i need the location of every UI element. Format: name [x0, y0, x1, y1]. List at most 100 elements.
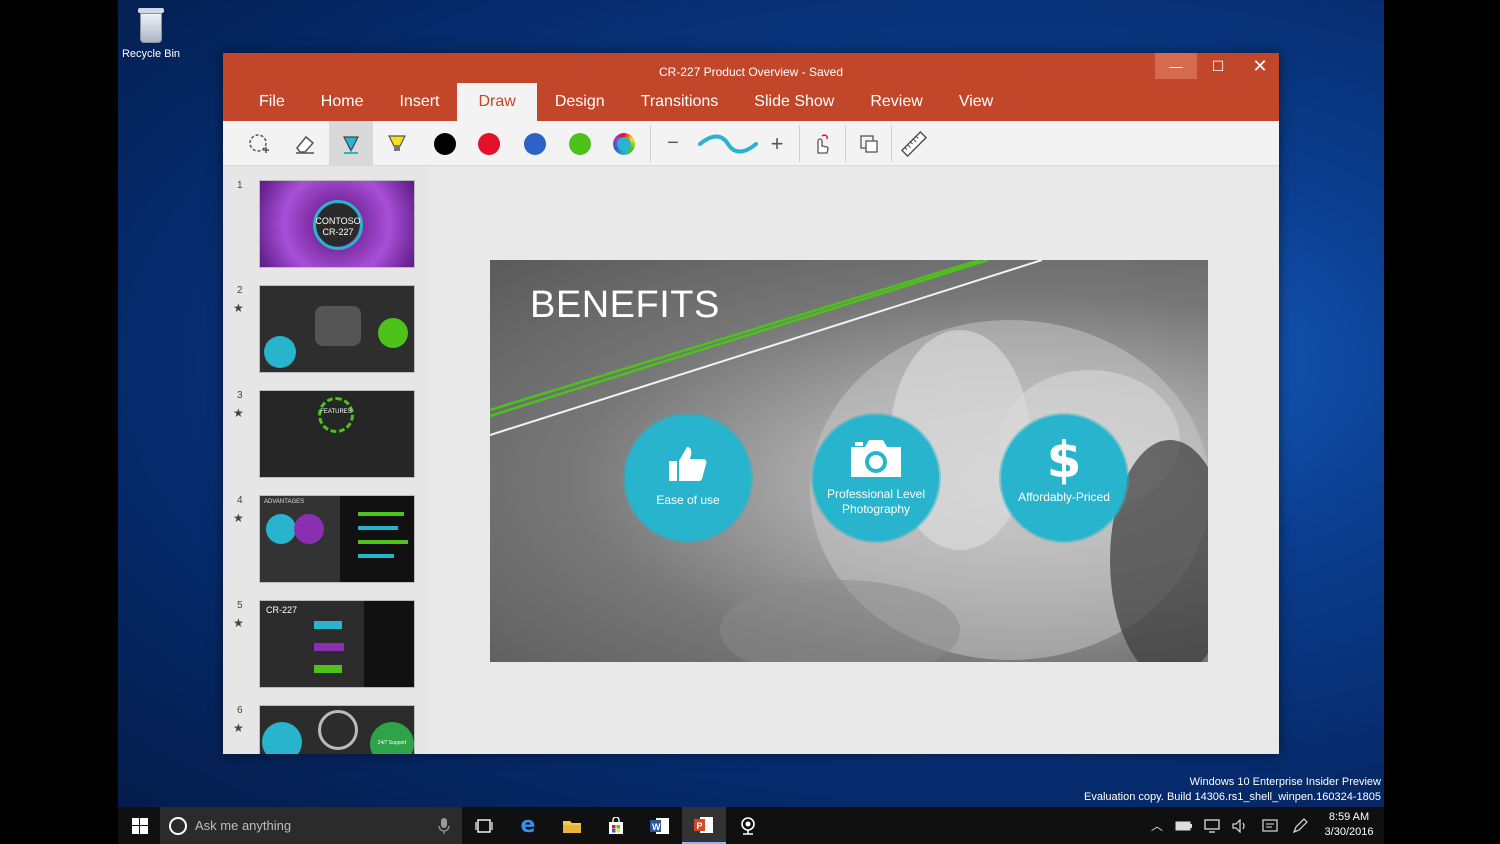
svg-text:W: W [652, 822, 661, 832]
clock-time: 8:59 AM [1328, 811, 1370, 823]
color-green[interactable] [558, 121, 602, 166]
clock-date: 3/30/2016 [1324, 826, 1374, 838]
slide-number: 2 [237, 285, 243, 296]
slide-1-text: CONTOSO CR-227 [315, 216, 361, 237]
slide-number: 6 [237, 705, 243, 716]
tab-home[interactable]: Home [303, 83, 382, 121]
animation-star-icon: ★ [233, 406, 244, 420]
tab-design[interactable]: Design [537, 83, 623, 121]
file-explorer-icon[interactable] [550, 807, 594, 844]
task-view-icon[interactable] [462, 807, 506, 844]
microphone-icon[interactable] [438, 818, 450, 834]
touch-draw-icon[interactable] [799, 121, 843, 166]
benefit-photography[interactable]: Professional Level Photography [813, 415, 939, 541]
camera-app-icon[interactable] [726, 807, 770, 844]
slide-1-preview: CONTOSO CR-227 [259, 180, 415, 268]
slide-6-text: 24/7 Support [377, 740, 407, 746]
animation-star-icon: ★ [233, 301, 244, 315]
powerpoint-app-icon[interactable]: P [682, 807, 726, 844]
tab-file[interactable]: File [241, 83, 303, 121]
slide-thumbnail[interactable]: 4 ★ ADVANTAGES [223, 495, 428, 583]
store-icon[interactable] [594, 807, 638, 844]
dollar-icon: $ [1046, 430, 1082, 489]
slide-4-text: ADVANTAGES [264, 499, 305, 505]
title-bar: CR-227 Product Overview - Saved — ☐ ✕ Fi… [223, 53, 1279, 121]
ruler-icon[interactable] [892, 121, 936, 166]
color-red[interactable] [467, 121, 511, 166]
tab-view[interactable]: View [941, 83, 1011, 121]
recycle-bin-label: Recycle Bin [121, 48, 181, 60]
stroke-thicker-button[interactable]: + [755, 121, 799, 166]
taskbar: Ask me anything e W P ︿ 8:59 AM 3/30/201… [118, 807, 1384, 844]
start-button[interactable] [118, 807, 162, 844]
slide-number: 3 [237, 390, 243, 401]
slide-thumbnail[interactable]: 2 ★ [223, 285, 428, 373]
slide-thumbnail[interactable]: 3 ★ FEATURES [223, 390, 428, 478]
word-app-icon[interactable]: W [638, 807, 682, 844]
slide-thumbnail[interactable]: 1 CONTOSO CR-227 [223, 180, 428, 268]
window-title: CR-227 Product Overview - Saved [658, 65, 844, 79]
svg-text:P: P [697, 821, 703, 831]
taskbar-clock[interactable]: 8:59 AM 3/30/2016 [1314, 810, 1384, 840]
recycle-bin[interactable]: Recycle Bin [118, 6, 184, 60]
current-slide[interactable]: BENEFITS Ease of use Professional Level … [490, 260, 1208, 662]
recycle-bin-icon [136, 6, 166, 44]
tab-slide-show[interactable]: Slide Show [736, 83, 852, 121]
benefit-affordable[interactable]: $ Affordably-Priced [1001, 415, 1127, 541]
lasso-select-icon[interactable] [237, 121, 281, 166]
edge-browser-icon[interactable]: e [506, 807, 550, 844]
slide-5-preview: CR-227 [259, 600, 415, 688]
stroke-width-preview [695, 121, 761, 166]
slide-4-preview: ADVANTAGES [259, 495, 415, 583]
tab-draw[interactable]: Draw [457, 83, 537, 121]
color-blue[interactable] [513, 121, 557, 166]
benefit-label: Affordably-Priced [1018, 490, 1110, 504]
thumbs-up-icon [625, 439, 751, 489]
slide-6-preview: 24/7 Support [259, 705, 415, 754]
slide-number: 1 [237, 180, 243, 191]
show-hidden-icons-chevron[interactable]: ︿ [1146, 807, 1168, 844]
slide-3-preview: FEATURES [259, 390, 415, 478]
animation-star-icon: ★ [233, 721, 244, 735]
slide-number: 4 [237, 495, 243, 506]
camera-icon [813, 433, 939, 483]
search-placeholder: Ask me anything [195, 818, 292, 833]
minus-icon: − [667, 132, 679, 154]
windows-logo-icon [132, 817, 148, 834]
benefit-label: Ease of use [656, 493, 720, 507]
plus-icon: + [770, 130, 784, 156]
powerpoint-window: CR-227 Product Overview - Saved — ☐ ✕ Fi… [223, 53, 1279, 754]
battery-icon[interactable] [1172, 807, 1196, 844]
slide-thumbnail[interactable]: 6 ★ 24/7 Support [223, 705, 428, 754]
pen-icon[interactable] [329, 121, 373, 166]
animation-star-icon: ★ [233, 511, 244, 525]
network-icon[interactable] [1200, 807, 1224, 844]
action-center-icon[interactable] [1258, 807, 1282, 844]
slide-thumbnail[interactable]: 5 ★ CR-227 [223, 600, 428, 688]
slide-editor: BENEFITS Ease of use Professional Level … [428, 166, 1279, 754]
slide-3-text: FEATURES [320, 409, 352, 415]
close-button[interactable]: ✕ [1239, 53, 1281, 79]
slide-title[interactable]: BENEFITS [530, 284, 720, 327]
watermark-build: Evaluation copy. Build 14306.rs1_shell_w… [1083, 791, 1381, 803]
tab-review[interactable]: Review [852, 83, 940, 121]
benefit-ease-of-use[interactable]: Ease of use [625, 415, 751, 541]
tab-insert[interactable]: Insert [381, 83, 457, 121]
maximize-button[interactable]: ☐ [1197, 53, 1239, 79]
minimize-button[interactable]: — [1155, 53, 1197, 79]
slide-number: 5 [237, 600, 243, 611]
volume-icon[interactable] [1228, 807, 1252, 844]
highlighter-icon[interactable] [375, 121, 419, 166]
slide-thumbnails-pane: 1 CONTOSO CR-227 2 ★ 3 ★ FEATURES 4 ★ AD… [223, 166, 428, 754]
cortana-search-box[interactable]: Ask me anything [160, 807, 462, 844]
tab-transitions[interactable]: Transitions [623, 83, 737, 121]
color-picker-icon[interactable] [602, 121, 646, 166]
cortana-icon [169, 817, 187, 835]
watermark-edition: Windows 10 Enterprise Insider Preview [1189, 776, 1381, 788]
stroke-thinner-button[interactable]: − [651, 121, 695, 166]
evaluation-watermark: Windows 10 Enterprise Insider Preview Ev… [1084, 775, 1381, 805]
windows-ink-pen-icon[interactable] [1288, 807, 1312, 844]
color-black[interactable] [423, 121, 467, 166]
ink-to-shape-icon[interactable] [847, 121, 891, 166]
eraser-icon[interactable] [283, 121, 327, 166]
